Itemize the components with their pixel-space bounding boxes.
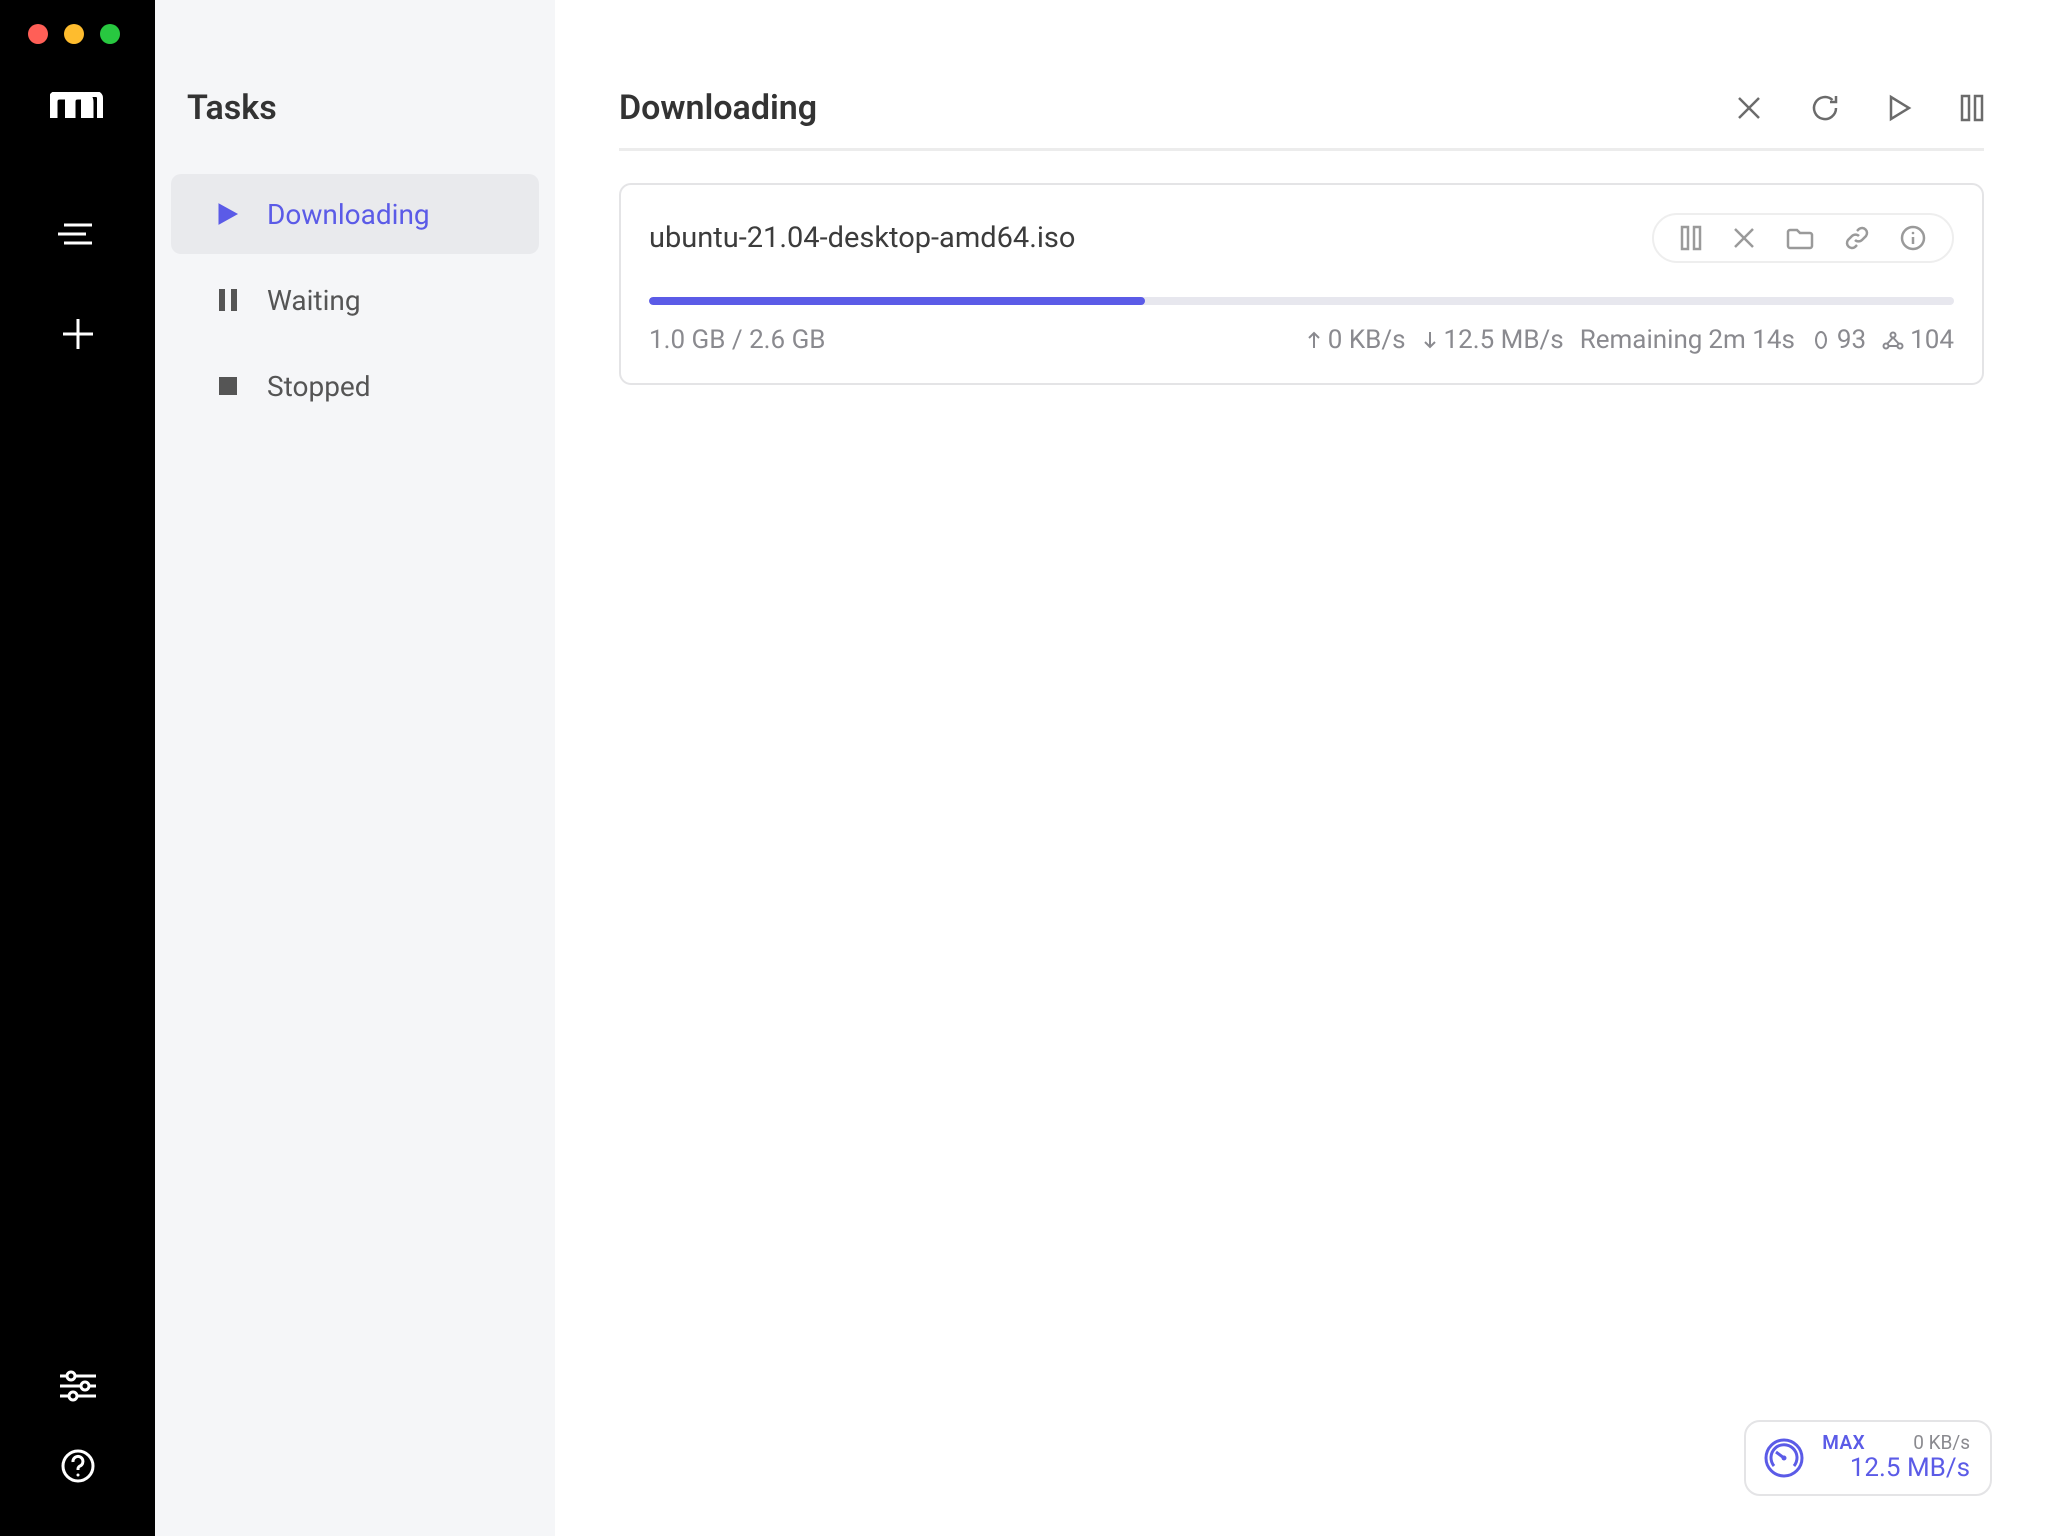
play-icon — [215, 202, 241, 226]
nav-rail — [0, 0, 155, 1536]
task-upload-speed: 0 KB/s — [1306, 325, 1406, 355]
page-title: Downloading — [619, 88, 817, 128]
sidebar-item-waiting[interactable]: Waiting — [171, 260, 539, 340]
task-info-button[interactable] — [1900, 225, 1926, 251]
settings-button[interactable] — [0, 1336, 155, 1436]
resume-all-button[interactable] — [1888, 94, 1912, 122]
delete-all-button[interactable] — [1736, 95, 1762, 121]
task-download-speed: 12.5 MB/s — [1422, 325, 1564, 355]
sidebar-item-label: Stopped — [267, 370, 371, 403]
add-task-button[interactable] — [0, 284, 155, 384]
task-pause-button[interactable] — [1680, 225, 1702, 251]
progress-bar-track — [649, 297, 1954, 305]
speed-upload: 0 KB/s — [1913, 1432, 1970, 1454]
task-size-progress: 1.0 GB / 2.6 GB — [649, 325, 826, 355]
nav-tasks-button[interactable] — [0, 184, 155, 284]
sidebar: Tasks Downloading Waiting Stopped — [155, 0, 555, 1536]
task-filename: ubuntu-21.04-desktop-amd64.iso — [649, 221, 1075, 255]
app-logo-icon — [50, 92, 106, 124]
task-actions — [1652, 213, 1954, 263]
speed-widget[interactable]: MAX 0 KB/s 12.5 MB/s — [1744, 1420, 1992, 1496]
speed-max-label: MAX — [1822, 1432, 1865, 1454]
task-remaining: Remaining 2m 14s — [1580, 325, 1795, 355]
sidebar-item-downloading[interactable]: Downloading — [171, 174, 539, 254]
stop-icon — [215, 376, 241, 396]
pause-all-button[interactable] — [1960, 94, 1984, 122]
task-peers: 104 — [1882, 325, 1954, 355]
main-header: Downloading — [619, 0, 1984, 151]
task-stats: 1.0 GB / 2.6 GB 0 KB/s 12.5 MB/s Remaini… — [621, 325, 1982, 355]
task-card[interactable]: ubuntu-21.04-desktop-amd64.iso — [619, 183, 1984, 385]
speed-download: 12.5 MB/s — [1822, 1454, 1970, 1484]
sidebar-item-label: Waiting — [267, 284, 361, 317]
task-folder-button[interactable] — [1786, 226, 1814, 250]
window-controls — [0, 24, 120, 44]
help-button[interactable] — [0, 1436, 155, 1536]
window-close-button[interactable] — [28, 24, 48, 44]
window-zoom-button[interactable] — [100, 24, 120, 44]
pause-icon — [215, 288, 241, 312]
window-minimize-button[interactable] — [64, 24, 84, 44]
refresh-button[interactable] — [1810, 93, 1840, 123]
progress-bar-fill — [649, 297, 1145, 305]
task-delete-button[interactable] — [1732, 226, 1756, 250]
sidebar-title: Tasks — [155, 0, 555, 168]
main-content: Downloading — [555, 0, 2048, 1536]
sidebar-item-label: Downloading — [267, 198, 430, 231]
task-header: ubuntu-21.04-desktop-amd64.iso — [621, 213, 1982, 263]
task-link-button[interactable] — [1844, 225, 1870, 251]
header-actions — [1736, 93, 1984, 123]
gauge-icon — [1762, 1436, 1806, 1480]
task-seeds: 93 — [1811, 325, 1866, 355]
sidebar-item-stopped[interactable]: Stopped — [171, 346, 539, 426]
